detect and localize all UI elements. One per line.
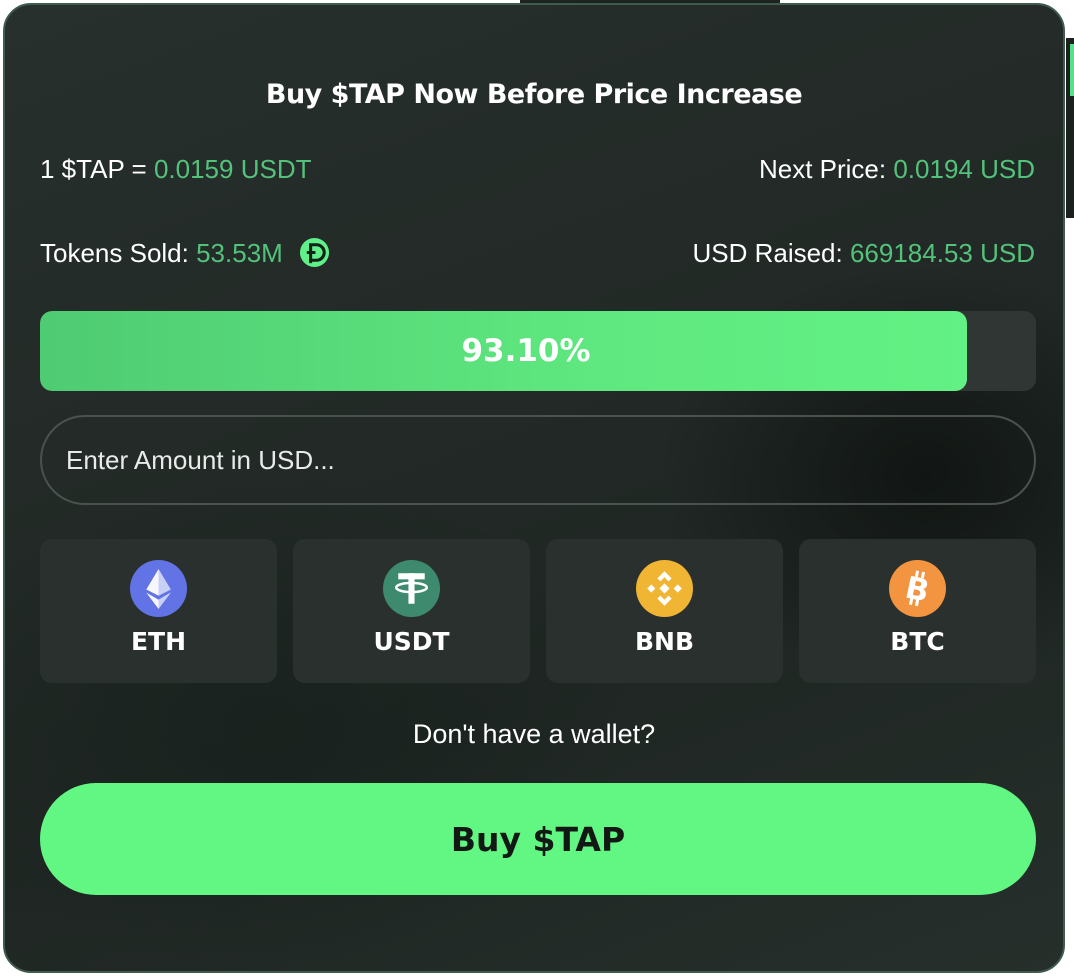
ethereum-icon xyxy=(130,560,187,617)
token-logo-icon xyxy=(300,237,330,267)
bitcoin-icon: B xyxy=(889,560,946,617)
tokens-sold-value: 53.53M xyxy=(196,238,283,268)
sale-progress-label: 93.10% xyxy=(461,333,591,369)
token-option-bnb[interactable]: BNB xyxy=(546,539,783,683)
next-price-label: Next Price: xyxy=(758,154,894,184)
token-label: ETH xyxy=(130,627,187,656)
current-price-label: 1 $TAP = xyxy=(40,154,154,184)
sale-progress-bar: 93.10% xyxy=(40,311,1036,391)
binance-icon xyxy=(636,560,693,617)
token-option-eth[interactable]: ETH xyxy=(40,539,277,683)
buy-button[interactable]: Buy $TAP xyxy=(40,783,1036,895)
payment-token-selector: ETH USDT BNB B BTC xyxy=(40,539,1036,683)
current-price-value: 0.0159 USDT xyxy=(153,154,312,184)
no-wallet-link[interactable]: Don't have a wallet? xyxy=(5,717,1063,751)
widget-title: Buy $TAP Now Before Price Increase xyxy=(265,79,803,110)
tokens-sold: Tokens Sold: 53.53M xyxy=(40,233,330,273)
token-option-usdt[interactable]: USDT xyxy=(293,539,530,683)
token-label: USDT xyxy=(373,627,450,656)
token-label: BNB xyxy=(634,627,695,656)
next-price: Next Price: 0.0194 USD xyxy=(759,149,1035,189)
usd-raised: USD Raised: 669184.53 USD xyxy=(692,233,1035,273)
tokens-sold-label: Tokens Sold: xyxy=(40,238,197,268)
amount-field xyxy=(40,415,1036,505)
amount-input[interactable] xyxy=(42,417,1034,503)
page: Buy $TAP Now Before Price Increase 1 $TA… xyxy=(0,0,1074,980)
next-price-value: 0.0194 USD xyxy=(893,154,1035,184)
token-label: BTC xyxy=(890,627,945,656)
tether-icon xyxy=(383,560,440,617)
background-mark xyxy=(1070,44,1074,96)
current-price: 1 $TAP = 0.0159 USDT xyxy=(40,149,311,189)
presale-widget: Buy $TAP Now Before Price Increase 1 $TA… xyxy=(3,3,1065,973)
token-option-btc[interactable]: B BTC xyxy=(799,539,1036,683)
usd-raised-label: USD Raised: xyxy=(692,238,850,268)
usd-raised-value: 669184.53 USD xyxy=(849,238,1035,268)
price-row: 1 $TAP = 0.0159 USDT Next Price: 0.0194 … xyxy=(40,149,1035,189)
stats-row: Tokens Sold: 53.53M USD Raised: 669184.5… xyxy=(40,233,1035,273)
